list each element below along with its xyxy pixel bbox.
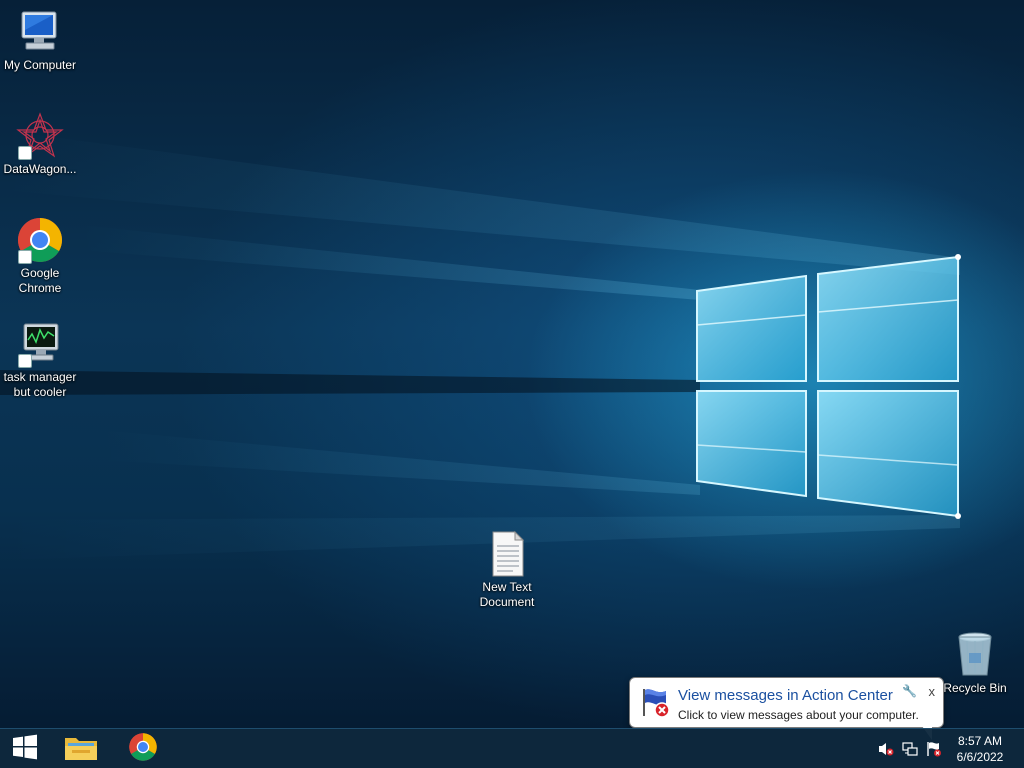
taskbar-clock[interactable]: 8:57 AM 6/6/2022 <box>950 733 1010 765</box>
action-center-flag-icon <box>640 686 672 718</box>
volume-muted-icon[interactable] <box>878 741 894 757</box>
desktop-icon-label-line1: Google <box>20 266 60 280</box>
desktop[interactable]: My Computer DataWagon... Google Chrome t… <box>0 0 1024 728</box>
text-document-icon <box>483 530 531 578</box>
chrome-icon <box>16 216 64 264</box>
recycle-bin-icon <box>951 631 999 679</box>
start-button[interactable] <box>0 729 50 768</box>
logo-pane-top-right <box>817 255 959 382</box>
desktop-icon-label-line2: Chrome <box>18 281 62 295</box>
taskbar-file-explorer-button[interactable] <box>56 729 106 768</box>
desktop-icon-datawagon[interactable]: DataWagon... <box>0 112 80 177</box>
taskbar-chrome-button[interactable] <box>118 729 168 768</box>
system-tray: 8:57 AM 6/6/2022 <box>864 729 1024 768</box>
desktop-icon-label: DataWagon... <box>3 162 77 176</box>
balloon-close-button[interactable]: x <box>929 684 936 699</box>
network-icon[interactable] <box>902 741 918 757</box>
desktop-icon-task-manager-but-cooler[interactable]: task manager but cooler <box>0 320 80 400</box>
action-center-balloon[interactable]: View messages in Action Center Click to … <box>629 677 944 728</box>
datawagon-icon <box>16 112 64 160</box>
wrench-icon[interactable]: 🔧 <box>902 684 917 698</box>
desktop-icon-label: My Computer <box>3 58 77 72</box>
logo-pane-bottom-right <box>817 390 959 518</box>
computer-icon <box>16 8 64 56</box>
desktop-icon-label-line1: New Text <box>482 580 532 594</box>
desktop-icon-label-line1: task manager <box>3 370 77 384</box>
clock-time: 8:57 AM <box>957 734 1003 748</box>
desktop-icon-label-line2: but cooler <box>13 385 67 399</box>
monitor-icon <box>16 320 64 368</box>
desktop-icon-google-chrome[interactable]: Google Chrome <box>0 216 80 296</box>
file-explorer-icon <box>64 732 98 767</box>
clock-date: 6/6/2022 <box>956 750 1004 764</box>
desktop-icon-recycle-bin[interactable]: Recycle Bin <box>935 631 1015 696</box>
taskbar: 8:57 AM 6/6/2022 <box>0 728 1024 768</box>
windows-logo-icon <box>11 733 39 766</box>
shortcut-arrow-icon <box>18 146 32 160</box>
wallpaper <box>0 130 961 560</box>
desktop-icon-label-line2: Document <box>479 595 535 609</box>
logo-pane-top-left <box>696 274 807 382</box>
chrome-icon <box>128 732 158 767</box>
desktop-icon-my-computer[interactable]: My Computer <box>0 8 80 73</box>
logo-pane-bottom-left <box>696 390 807 498</box>
balloon-title[interactable]: View messages in Action Center <box>678 687 893 704</box>
balloon-message[interactable]: Click to view messages about your comput… <box>678 708 919 722</box>
action-center-flag-icon[interactable] <box>926 741 942 757</box>
desktop-icon-label: Recycle Bin <box>943 681 1007 695</box>
shortcut-arrow-icon <box>18 250 32 264</box>
shortcut-arrow-icon <box>18 354 32 368</box>
desktop-icon-new-text-document[interactable]: New Text Document <box>467 530 547 610</box>
